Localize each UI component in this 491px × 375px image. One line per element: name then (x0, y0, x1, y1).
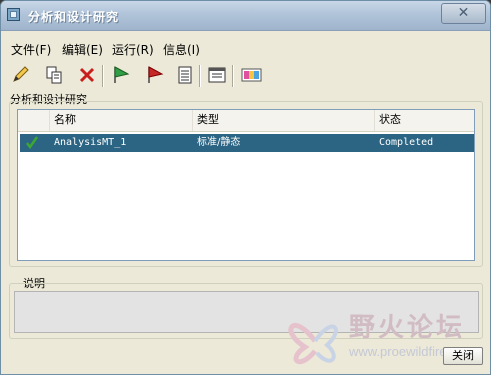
display-results-button[interactable] (239, 63, 263, 89)
row-name: AnalysisMT_1 (54, 137, 127, 148)
copy-icon (46, 66, 62, 84)
check-icon (25, 135, 39, 153)
list-icon (178, 66, 192, 84)
menu-run[interactable]: 运行(R) (112, 41, 154, 58)
close-icon: ✕ (457, 5, 470, 21)
toolbar-separator (199, 65, 201, 87)
review-results-button[interactable] (205, 63, 229, 89)
menu-bar: 文件(F) 编辑(E) 运行(R) 信息(I) (1, 38, 490, 58)
delete-icon (79, 67, 95, 83)
column-header-type[interactable]: 类型 (193, 110, 375, 131)
row-type: 标准/静态 (197, 137, 241, 148)
menu-edit[interactable]: 编辑(E) (62, 41, 103, 58)
studies-list[interactable]: 名称 类型 状态 AnalysisMT_1 标准/静态 Completed (17, 109, 475, 261)
delete-study-button[interactable] (75, 63, 99, 89)
table-row[interactable]: AnalysisMT_1 标准/静态 Completed (20, 134, 474, 152)
menu-info[interactable]: 信息(I) (163, 41, 200, 58)
green-flag-icon (114, 66, 130, 83)
start-run-button[interactable] (108, 63, 132, 89)
chart-icon (241, 68, 262, 82)
butterfly-logo-icon (288, 323, 338, 365)
column-header-status[interactable]: 状态 (375, 110, 474, 131)
pencil-icon (13, 66, 29, 82)
edit-study-button[interactable] (9, 63, 33, 89)
window-icon (7, 8, 20, 21)
run-status-button[interactable] (173, 63, 197, 89)
analysis-study-dialog: 分析和设计研究 ✕ 文件(F) 编辑(E) 运行(R) 信息(I) 分析和设计研… (0, 0, 491, 375)
toolbar (9, 63, 269, 89)
column-header-status-icon[interactable] (18, 110, 50, 131)
info-window-icon (208, 67, 226, 83)
window-close-button[interactable]: ✕ (441, 3, 486, 24)
stop-run-button[interactable] (142, 63, 166, 89)
title-bar[interactable]: 分析和设计研究 ✕ (1, 1, 490, 31)
toolbar-separator (232, 65, 234, 87)
window-title: 分析和设计研究 (28, 10, 120, 24)
toolbar-separator (102, 65, 104, 87)
row-status: Completed (379, 137, 434, 148)
column-header-name[interactable]: 名称 (50, 110, 193, 131)
close-button[interactable]: 关闭 (443, 347, 483, 365)
menu-file[interactable]: 文件(F) (11, 41, 51, 58)
list-header: 名称 类型 状态 (18, 110, 474, 132)
red-flag-icon (148, 66, 164, 83)
watermark-text: 野火论坛 (349, 313, 466, 343)
copy-study-button[interactable] (42, 63, 66, 89)
